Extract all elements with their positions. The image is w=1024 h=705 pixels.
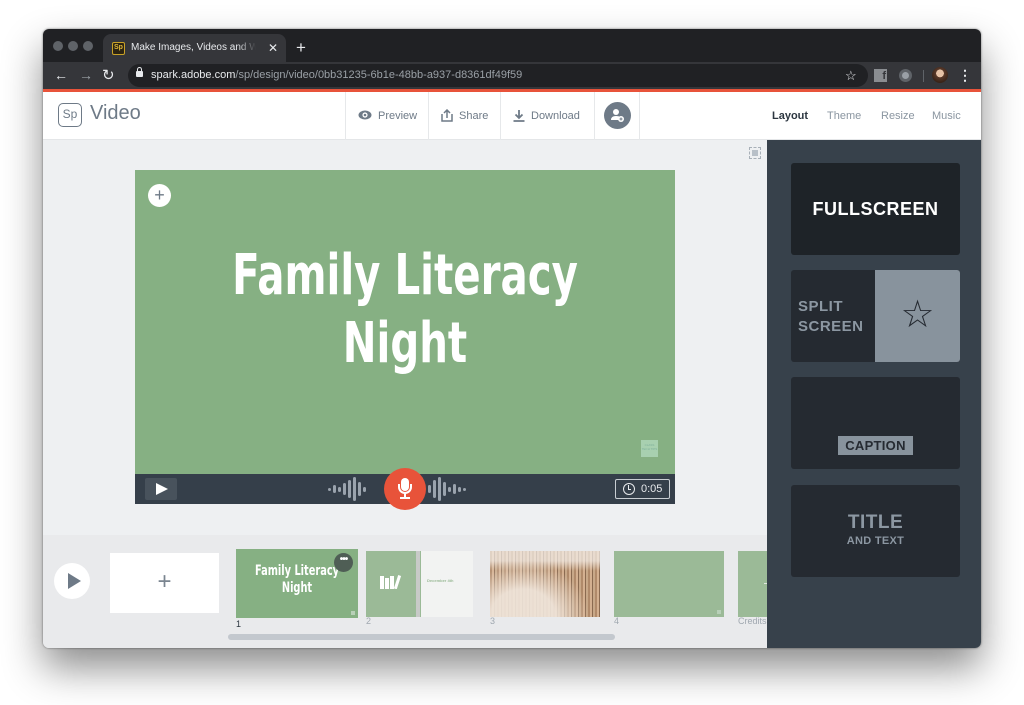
slide-title-line-2: Night: [342, 311, 468, 376]
layout-fullscreen[interactable]: FULLSCREEN: [791, 163, 960, 255]
minimize-window-button[interactable]: [68, 41, 78, 51]
slide-thumbnail-2[interactable]: December 4th: [366, 551, 473, 617]
canvas-area: + Family Literacy Night CLASS TECH TIPS: [43, 140, 767, 535]
preview-button[interactable]: Preview: [345, 92, 428, 140]
star-icon: ☆: [900, 294, 935, 336]
slide-title-line-1: Family Literacy: [232, 243, 578, 308]
reload-icon[interactable]: ↻: [102, 62, 115, 89]
lock-icon: [136, 67, 143, 77]
tab-music[interactable]: Music: [932, 92, 961, 140]
add-content-button[interactable]: +: [148, 184, 171, 207]
slide-number: 2: [366, 616, 372, 626]
layout-title-and-text[interactable]: TITLE AND TEXT: [791, 485, 960, 577]
layout-split-screen[interactable]: SPLIT SCREEN ☆: [791, 270, 960, 362]
profile-avatar[interactable]: [932, 67, 948, 83]
caption-label: CAPTION: [838, 436, 913, 455]
record-voice-button[interactable]: [384, 468, 426, 510]
forward-icon[interactable]: →: [79, 62, 93, 89]
app-header: Sp Video Preview Share Download Layout T…: [43, 92, 981, 140]
spark-logo[interactable]: Sp: [58, 103, 82, 127]
download-button[interactable]: Download: [500, 92, 594, 140]
eye-icon: [358, 110, 372, 120]
fit-to-screen-icon[interactable]: [749, 147, 761, 159]
toolbar-divider: [923, 70, 924, 82]
url-path: /sp/design/video/0bb31235-6b1e-48bb-a937…: [235, 69, 523, 81]
preview-label: Preview: [378, 110, 418, 122]
spark-favicon-icon: Sp: [112, 42, 125, 55]
browser-toolbar: ← → ↻ spark.adobe.com/sp/design/video/0b…: [43, 62, 981, 89]
add-slide-button[interactable]: +: [110, 553, 219, 613]
slide-canvas[interactable]: + Family Literacy Night CLASS TECH TIPS: [135, 170, 675, 474]
waveform-right-icon: [428, 474, 466, 504]
slide-thumbnail-3[interactable]: [490, 551, 600, 617]
tab-title: Make Images, Videos and Web Stories: [131, 42, 256, 53]
share-button[interactable]: Share: [428, 92, 500, 140]
invite-collaborators-button[interactable]: [594, 92, 640, 140]
slide-number: 4: [614, 616, 620, 626]
title-label: TITLE: [847, 512, 904, 533]
share-icon: [441, 108, 453, 122]
slide-duration-button[interactable]: 0:05: [615, 479, 670, 499]
layout-caption[interactable]: CAPTION: [791, 377, 960, 469]
slide-number: Credits: [738, 616, 767, 626]
slide-thumbnail-4[interactable]: [614, 551, 724, 617]
thumbnail-title: Family Literacy Night: [254, 563, 340, 596]
close-window-button[interactable]: [53, 41, 63, 51]
timeline-scrollbar[interactable]: [228, 634, 615, 640]
books-icon: [380, 573, 402, 594]
url-text: spark.adobe.com/sp/design/video/0bb31235…: [151, 64, 522, 87]
waveform-left-icon: [328, 474, 366, 504]
close-tab-icon[interactable]: ✕: [268, 34, 278, 62]
timeline: + Family Literacy Night ••• 1 December 4…: [43, 535, 778, 648]
slide-number: 3: [490, 616, 496, 626]
maximize-window-button[interactable]: [83, 41, 93, 51]
watermark-logo: CLASS TECH TIPS: [641, 440, 658, 457]
layout-panel: FULLSCREEN SPLIT SCREEN ☆ CAPTION TITLE …: [767, 140, 981, 648]
play-slide-button[interactable]: [145, 478, 177, 500]
new-tab-button[interactable]: +: [296, 34, 306, 62]
add-collaborator-icon: [604, 102, 631, 129]
play-all-button[interactable]: [54, 563, 90, 599]
split-screen-label: SPLIT SCREEN: [798, 298, 864, 335]
facebook-extension-icon[interactable]: f: [874, 69, 887, 82]
tab-strip: Sp Make Images, Videos and Web Stories ✕…: [43, 29, 981, 62]
slide-thumbnail-1[interactable]: Family Literacy Night •••: [236, 549, 358, 618]
share-label: Share: [459, 110, 489, 122]
tab-resize[interactable]: Resize: [881, 92, 915, 140]
slide-number: 1: [236, 619, 242, 629]
app-title: Video: [90, 102, 141, 124]
duration-value: 0:05: [641, 483, 663, 495]
browser-tab[interactable]: Sp Make Images, Videos and Web Stories ✕: [103, 34, 286, 62]
url-domain: spark.adobe.com: [151, 69, 236, 81]
player-bar: 0:05: [135, 468, 675, 510]
download-label: Download: [531, 110, 580, 122]
slide-title[interactable]: Family Literacy Night: [211, 242, 600, 378]
tab-layout[interactable]: Layout: [772, 92, 808, 140]
back-icon[interactable]: ←: [54, 62, 68, 89]
browser-menu-icon[interactable]: ⋮: [958, 62, 972, 89]
tab-theme[interactable]: Theme: [827, 92, 861, 140]
clock-icon: [623, 483, 635, 495]
download-icon: [513, 109, 525, 122]
browser-window: Sp Make Images, Videos and Web Stories ✕…: [43, 29, 981, 648]
bookmark-star-icon[interactable]: ☆: [845, 64, 857, 87]
and-text-label: AND TEXT: [846, 535, 905, 547]
address-bar[interactable]: spark.adobe.com/sp/design/video/0bb31235…: [128, 64, 868, 87]
more-options-button[interactable]: •••: [334, 553, 353, 572]
thumbnail-text: December 4th: [427, 578, 454, 583]
extension-icon[interactable]: [899, 69, 912, 82]
